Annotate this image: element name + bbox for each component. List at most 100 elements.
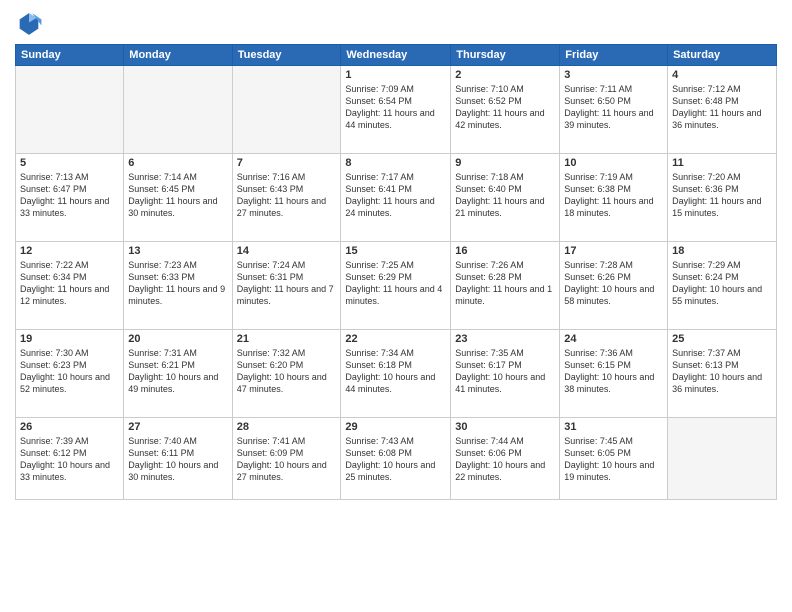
day-info: Sunrise: 7:26 AM Sunset: 6:28 PM Dayligh… bbox=[455, 259, 555, 308]
day-number: 6 bbox=[128, 157, 227, 169]
day-cell: 9 Sunrise: 7:18 AM Sunset: 6:40 PM Daylig… bbox=[451, 154, 560, 242]
day-cell: 12 Sunrise: 7:22 AM Sunset: 6:34 PM Dayli… bbox=[16, 242, 124, 330]
day-number: 1 bbox=[345, 69, 446, 81]
day-info: Sunrise: 7:36 AM Sunset: 6:15 PM Dayligh… bbox=[564, 347, 663, 396]
weekday-header-friday: Friday bbox=[560, 45, 668, 66]
day-info: Sunrise: 7:44 AM Sunset: 6:06 PM Dayligh… bbox=[455, 435, 555, 484]
day-info: Sunrise: 7:45 AM Sunset: 6:05 PM Dayligh… bbox=[564, 435, 663, 484]
day-info: Sunrise: 7:22 AM Sunset: 6:34 PM Dayligh… bbox=[20, 259, 119, 308]
day-info: Sunrise: 7:25 AM Sunset: 6:29 PM Dayligh… bbox=[345, 259, 446, 308]
day-info: Sunrise: 7:10 AM Sunset: 6:52 PM Dayligh… bbox=[455, 83, 555, 132]
day-number: 22 bbox=[345, 333, 446, 345]
day-cell: 23 Sunrise: 7:35 AM Sunset: 6:17 PM Dayli… bbox=[451, 330, 560, 418]
week-row-2: 5 Sunrise: 7:13 AM Sunset: 6:47 PM Daylig… bbox=[16, 154, 777, 242]
week-row-1: 1Sunrise: 7:09 AM Sunset: 6:54 PM Daylig… bbox=[16, 66, 777, 154]
day-info: Sunrise: 7:13 AM Sunset: 6:47 PM Dayligh… bbox=[20, 171, 119, 220]
page: SundayMondayTuesdayWednesdayThursdayFrid… bbox=[0, 0, 792, 612]
day-number: 23 bbox=[455, 333, 555, 345]
day-cell: 31 Sunrise: 7:45 AM Sunset: 6:05 PM Dayli… bbox=[560, 418, 668, 500]
weekday-header-wednesday: Wednesday bbox=[341, 45, 451, 66]
day-cell: 24Sunrise: 7:36 AM Sunset: 6:15 PM Dayli… bbox=[560, 330, 668, 418]
day-cell: 18 Sunrise: 7:29 AM Sunset: 6:24 PM Dayli… bbox=[668, 242, 777, 330]
day-cell: 3 Sunrise: 7:11 AM Sunset: 6:50 PM Daylig… bbox=[560, 66, 668, 154]
day-info: Sunrise: 7:18 AM Sunset: 6:40 PM Dayligh… bbox=[455, 171, 555, 220]
day-info: Sunrise: 7:12 AM Sunset: 6:48 PM Dayligh… bbox=[672, 83, 772, 132]
day-cell: 10 Sunrise: 7:19 AM Sunset: 6:38 PM Dayli… bbox=[560, 154, 668, 242]
day-number: 10 bbox=[564, 157, 663, 169]
day-number: 16 bbox=[455, 245, 555, 257]
day-info: Sunrise: 7:39 AM Sunset: 6:12 PM Dayligh… bbox=[20, 435, 119, 484]
day-cell: 29 Sunrise: 7:43 AM Sunset: 6:08 PM Dayli… bbox=[341, 418, 451, 500]
day-cell: 26 Sunrise: 7:39 AM Sunset: 6:12 PM Dayli… bbox=[16, 418, 124, 500]
day-cell: 6Sunrise: 7:14 AM Sunset: 6:45 PM Daylig… bbox=[124, 154, 232, 242]
day-info: Sunrise: 7:41 AM Sunset: 6:09 PM Dayligh… bbox=[237, 435, 337, 484]
day-info: Sunrise: 7:34 AM Sunset: 6:18 PM Dayligh… bbox=[345, 347, 446, 396]
day-number: 25 bbox=[672, 333, 772, 345]
day-info: Sunrise: 7:37 AM Sunset: 6:13 PM Dayligh… bbox=[672, 347, 772, 396]
day-number: 29 bbox=[345, 421, 446, 433]
day-number: 13 bbox=[128, 245, 227, 257]
day-cell: 17 Sunrise: 7:28 AM Sunset: 6:26 PM Dayli… bbox=[560, 242, 668, 330]
day-cell: 8Sunrise: 7:17 AM Sunset: 6:41 PM Daylig… bbox=[341, 154, 451, 242]
day-number: 14 bbox=[237, 245, 337, 257]
day-cell: 16 Sunrise: 7:26 AM Sunset: 6:28 PM Dayli… bbox=[451, 242, 560, 330]
day-cell: 30 Sunrise: 7:44 AM Sunset: 6:06 PM Dayli… bbox=[451, 418, 560, 500]
day-cell: 7Sunrise: 7:16 AM Sunset: 6:43 PM Daylig… bbox=[232, 154, 341, 242]
day-number: 31 bbox=[564, 421, 663, 433]
day-number: 12 bbox=[20, 245, 119, 257]
day-number: 20 bbox=[128, 333, 227, 345]
day-info: Sunrise: 7:28 AM Sunset: 6:26 PM Dayligh… bbox=[564, 259, 663, 308]
weekday-header-saturday: Saturday bbox=[668, 45, 777, 66]
day-cell: 21 Sunrise: 7:32 AM Sunset: 6:20 PM Dayli… bbox=[232, 330, 341, 418]
day-cell: 1Sunrise: 7:09 AM Sunset: 6:54 PM Daylig… bbox=[341, 66, 451, 154]
day-number: 26 bbox=[20, 421, 119, 433]
calendar: SundayMondayTuesdayWednesdayThursdayFrid… bbox=[15, 44, 777, 500]
day-info: Sunrise: 7:31 AM Sunset: 6:21 PM Dayligh… bbox=[128, 347, 227, 396]
day-number: 2 bbox=[455, 69, 555, 81]
weekday-header-sunday: Sunday bbox=[16, 45, 124, 66]
weekday-header-monday: Monday bbox=[124, 45, 232, 66]
day-info: Sunrise: 7:29 AM Sunset: 6:24 PM Dayligh… bbox=[672, 259, 772, 308]
weekday-header-tuesday: Tuesday bbox=[232, 45, 341, 66]
day-number: 17 bbox=[564, 245, 663, 257]
day-number: 18 bbox=[672, 245, 772, 257]
day-cell: 19Sunrise: 7:30 AM Sunset: 6:23 PM Dayli… bbox=[16, 330, 124, 418]
day-cell: 22 Sunrise: 7:34 AM Sunset: 6:18 PM Dayli… bbox=[341, 330, 451, 418]
day-number: 5 bbox=[20, 157, 119, 169]
weekday-header-thursday: Thursday bbox=[451, 45, 560, 66]
day-info: Sunrise: 7:19 AM Sunset: 6:38 PM Dayligh… bbox=[564, 171, 663, 220]
week-row-3: 12 Sunrise: 7:22 AM Sunset: 6:34 PM Dayli… bbox=[16, 242, 777, 330]
day-number: 11 bbox=[672, 157, 772, 169]
day-info: Sunrise: 7:35 AM Sunset: 6:17 PM Dayligh… bbox=[455, 347, 555, 396]
day-cell bbox=[668, 418, 777, 500]
day-number: 30 bbox=[455, 421, 555, 433]
day-cell: 14Sunrise: 7:24 AM Sunset: 6:31 PM Dayli… bbox=[232, 242, 341, 330]
logo bbox=[15, 10, 47, 38]
day-cell: 28 Sunrise: 7:41 AM Sunset: 6:09 PM Dayli… bbox=[232, 418, 341, 500]
day-number: 7 bbox=[237, 157, 337, 169]
day-number: 3 bbox=[564, 69, 663, 81]
day-number: 9 bbox=[455, 157, 555, 169]
day-number: 28 bbox=[237, 421, 337, 433]
day-info: Sunrise: 7:11 AM Sunset: 6:50 PM Dayligh… bbox=[564, 83, 663, 132]
day-cell: 4 Sunrise: 7:12 AM Sunset: 6:48 PM Daylig… bbox=[668, 66, 777, 154]
day-number: 21 bbox=[237, 333, 337, 345]
day-info: Sunrise: 7:43 AM Sunset: 6:08 PM Dayligh… bbox=[345, 435, 446, 484]
day-cell: 2 Sunrise: 7:10 AM Sunset: 6:52 PM Daylig… bbox=[451, 66, 560, 154]
day-info: Sunrise: 7:32 AM Sunset: 6:20 PM Dayligh… bbox=[237, 347, 337, 396]
day-cell: 5 Sunrise: 7:13 AM Sunset: 6:47 PM Daylig… bbox=[16, 154, 124, 242]
day-cell bbox=[232, 66, 341, 154]
day-cell bbox=[124, 66, 232, 154]
day-cell: 11 Sunrise: 7:20 AM Sunset: 6:36 PM Dayli… bbox=[668, 154, 777, 242]
header bbox=[15, 10, 777, 38]
day-number: 15 bbox=[345, 245, 446, 257]
week-row-4: 19Sunrise: 7:30 AM Sunset: 6:23 PM Dayli… bbox=[16, 330, 777, 418]
day-cell: 20 Sunrise: 7:31 AM Sunset: 6:21 PM Dayli… bbox=[124, 330, 232, 418]
day-number: 4 bbox=[672, 69, 772, 81]
day-info: Sunrise: 7:20 AM Sunset: 6:36 PM Dayligh… bbox=[672, 171, 772, 220]
day-info: Sunrise: 7:23 AM Sunset: 6:33 PM Dayligh… bbox=[128, 259, 227, 308]
day-info: Sunrise: 7:30 AM Sunset: 6:23 PM Dayligh… bbox=[20, 347, 119, 396]
logo-icon bbox=[15, 10, 43, 38]
week-row-5: 26 Sunrise: 7:39 AM Sunset: 6:12 PM Dayli… bbox=[16, 418, 777, 500]
weekday-header-row: SundayMondayTuesdayWednesdayThursdayFrid… bbox=[16, 45, 777, 66]
